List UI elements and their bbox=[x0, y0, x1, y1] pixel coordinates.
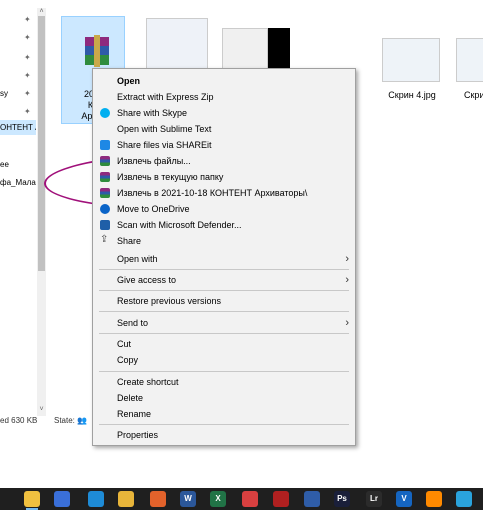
paint-icon[interactable] bbox=[242, 491, 258, 507]
menu-separator bbox=[99, 333, 349, 334]
share-icon: ⇪ bbox=[100, 234, 109, 245]
context-menu: Open Extract with Express Zip Share with… bbox=[92, 68, 356, 446]
firefox-icon[interactable] bbox=[150, 491, 166, 507]
pin-icon: ✦ bbox=[24, 33, 31, 42]
vpn-icon[interactable] bbox=[304, 491, 320, 507]
file-name: Скрин bbox=[464, 90, 483, 100]
photoshop-icon[interactable]: Ps bbox=[334, 491, 350, 507]
v-icon[interactable]: V bbox=[396, 491, 412, 507]
edge-icon[interactable] bbox=[88, 491, 104, 507]
screenshot-thumbnail bbox=[382, 38, 440, 82]
menu-item-create-shortcut[interactable]: Create shortcut bbox=[93, 374, 355, 390]
menu-item-share-skype[interactable]: Share with Skype bbox=[93, 105, 355, 121]
taskbar: W X Ps Lr V bbox=[0, 488, 483, 510]
onedrive-icon bbox=[100, 204, 110, 214]
menu-separator bbox=[99, 311, 349, 312]
menu-separator bbox=[99, 269, 349, 270]
navigation-pane: ✦ ✦ ✦ ✦ sy✦ ✦ ОНТЕНТ Арх ee фа_Мала ˄ ˅ bbox=[0, 0, 48, 430]
menu-item-extract-files[interactable]: Извлечь файлы... bbox=[93, 153, 355, 169]
menu-item-extract-express-zip[interactable]: Extract with Express Zip bbox=[93, 89, 355, 105]
status-state: State: 👥 bbox=[54, 416, 88, 425]
nav-item[interactable]: ✦ bbox=[0, 104, 36, 119]
taskbar-edge bbox=[0, 488, 6, 510]
nav-item[interactable]: фа_Мала bbox=[0, 175, 36, 190]
sublime-icon[interactable] bbox=[426, 491, 442, 507]
nav-scrollbar[interactable]: ˄ ˅ bbox=[37, 8, 46, 416]
menu-item-extract-to-folder[interactable]: Извлечь в 2021-10-18 КОНТЕНТ Архиваторы\ bbox=[93, 185, 355, 201]
explorer-window: ✦ ✦ ✦ ✦ sy✦ ✦ ОНТЕНТ Арх ee фа_Мала ˄ ˅ … bbox=[0, 0, 483, 510]
file-item[interactable]: Скрин bbox=[456, 38, 483, 108]
menu-item-properties[interactable]: Properties bbox=[93, 427, 355, 443]
users-icon: 👥 bbox=[77, 416, 88, 425]
status-item-count: ed 630 KB bbox=[0, 416, 38, 425]
menu-item-scan-defender[interactable]: Scan with Microsoft Defender... bbox=[93, 217, 355, 233]
word-icon[interactable]: W bbox=[180, 491, 196, 507]
menu-item-rename[interactable]: Rename bbox=[93, 406, 355, 422]
menu-item-open-sublime[interactable]: Open with Sublime Text bbox=[93, 121, 355, 137]
screenshot-thumbnail bbox=[456, 38, 483, 82]
skype-icon bbox=[100, 108, 110, 118]
chevron-right-icon: › bbox=[345, 317, 349, 329]
menu-item-move-onedrive[interactable]: Move to OneDrive bbox=[93, 201, 355, 217]
scrollbar-thumb[interactable] bbox=[38, 16, 45, 271]
nav-item[interactable]: ee bbox=[0, 157, 36, 172]
menu-item-open-with[interactable]: Open with › bbox=[93, 251, 355, 267]
menu-item-cut[interactable]: Cut bbox=[93, 336, 355, 352]
save-icon[interactable] bbox=[54, 491, 70, 507]
lightroom-icon[interactable]: Lr bbox=[366, 491, 382, 507]
explorer-icon[interactable] bbox=[24, 491, 40, 510]
menu-item-give-access[interactable]: Give access to › bbox=[93, 272, 355, 288]
menu-separator bbox=[99, 424, 349, 425]
menu-item-copy[interactable]: Copy bbox=[93, 352, 355, 368]
scroll-down-icon[interactable]: ˅ bbox=[37, 406, 46, 414]
menu-item-extract-here[interactable]: Извлечь в текущую папку bbox=[93, 169, 355, 185]
winrar-archive-icon bbox=[85, 35, 109, 67]
menu-separator bbox=[99, 371, 349, 372]
thumbnail-dark-panel bbox=[268, 28, 290, 72]
menu-item-open[interactable]: Open bbox=[93, 73, 355, 89]
winrar-icon bbox=[100, 188, 110, 198]
nav-item[interactable]: ✦ bbox=[0, 12, 36, 27]
menu-item-shareit[interactable]: Share files via SHAREit bbox=[93, 137, 355, 153]
pin-icon: ✦ bbox=[24, 53, 31, 62]
pin-icon: ✦ bbox=[24, 71, 31, 80]
chevron-right-icon: › bbox=[345, 274, 349, 286]
bug-icon[interactable] bbox=[273, 491, 289, 507]
pin-icon: ✦ bbox=[24, 107, 31, 116]
nav-item[interactable]: ✦ bbox=[0, 50, 36, 65]
nav-item[interactable]: sy ✦ bbox=[0, 86, 36, 101]
scroll-up-icon[interactable]: ˄ bbox=[37, 8, 46, 16]
chrome-icon[interactable] bbox=[118, 491, 134, 507]
menu-item-send-to[interactable]: Send to › bbox=[93, 315, 355, 331]
menu-item-delete[interactable]: Delete bbox=[93, 390, 355, 406]
excel-icon[interactable]: X bbox=[210, 491, 226, 507]
defender-icon bbox=[100, 220, 110, 230]
file-item[interactable]: Скрин 4.jpg bbox=[382, 38, 446, 108]
winrar-icon bbox=[100, 172, 110, 182]
menu-item-share[interactable]: ⇪ Share bbox=[93, 233, 355, 249]
menu-item-restore-versions[interactable]: Restore previous versions bbox=[93, 293, 355, 309]
winrar-icon bbox=[100, 156, 110, 166]
pin-icon: ✦ bbox=[24, 15, 31, 24]
file-name: Скрин 4.jpg bbox=[388, 90, 436, 100]
nav-item-selected[interactable]: ОНТЕНТ Арх bbox=[0, 120, 36, 135]
nav-item[interactable]: ✦ bbox=[0, 30, 36, 45]
pin-icon: ✦ bbox=[24, 89, 31, 98]
telegram-icon[interactable] bbox=[456, 491, 472, 507]
nav-item[interactable]: ✦ bbox=[0, 68, 36, 83]
menu-separator bbox=[99, 290, 349, 291]
shareit-icon bbox=[100, 140, 110, 150]
chevron-right-icon: › bbox=[345, 253, 349, 265]
